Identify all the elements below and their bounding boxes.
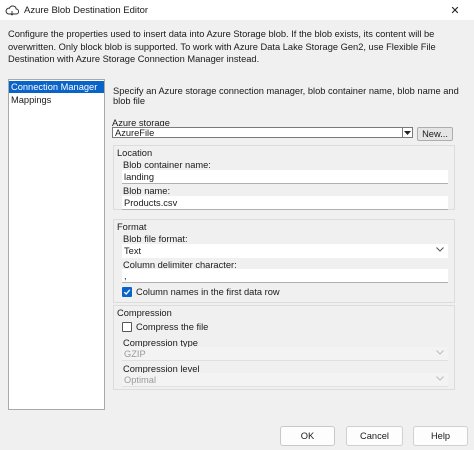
blob-file-format-label: Blob file format: [123,234,188,244]
editor-description: Configure the properties used to insert … [8,29,436,64]
compression-type-value: GZIP [124,349,146,359]
compression-type-dropdown[interactable]: GZIP [122,347,448,361]
column-names-checkbox[interactable] [122,287,132,297]
page-description: Specify an Azure storage connection mana… [113,86,459,106]
blob-file-format-dropdown[interactable]: Text [122,244,448,258]
cancel-button[interactable]: Cancel [346,426,403,446]
column-delimiter-value: , [124,271,127,281]
dropdown-arrow-icon[interactable] [402,128,412,137]
window-title: Azure Blob Destination Editor [24,4,149,16]
nav-item-connection-manager[interactable]: Connection Manager [9,81,104,93]
blob-container-label: Blob container name: [123,160,211,170]
azure-storage-value: AzureFile [115,128,155,138]
help-button[interactable]: Help [413,426,468,446]
compression-group: Compression Compress the file Compressio… [113,305,455,390]
azure-storage-combobox[interactable]: AzureFile [112,127,413,138]
location-group-title: Location [117,148,153,158]
blob-name-label: Blob name: [123,186,171,196]
new-connection-button[interactable]: New... [417,127,453,141]
format-group-title: Format [117,222,147,232]
close-button[interactable]: ✕ [436,0,474,20]
chevron-down-icon [436,350,444,355]
chevron-down-icon [436,247,444,252]
page-navigation-list: Connection Manager Mappings [8,79,105,410]
blob-file-format-value: Text [124,246,142,256]
blob-name-input[interactable]: Products.csv [122,196,448,210]
ok-button[interactable]: OK [280,426,335,446]
cloud-app-icon [4,2,20,18]
compress-file-checkbox[interactable] [122,322,132,332]
blob-name-value: Products.csv [124,198,178,208]
compression-level-dropdown[interactable]: Optimal [122,373,448,387]
title-bar: Azure Blob Destination Editor ✕ [0,0,474,20]
chevron-down-icon [436,376,444,381]
location-group: Location Blob container name: landing Bl… [113,145,455,210]
azure-storage-label: Azure storage [112,118,170,126]
compression-group-title: Compression [117,308,172,318]
column-delimiter-input[interactable]: , [122,269,448,283]
column-names-label[interactable]: Column names in the first data row [136,287,280,297]
blob-container-value: landing [124,172,154,182]
nav-item-mappings[interactable]: Mappings [9,94,104,106]
format-group: Format Blob file format: Text Column del… [113,219,455,303]
compress-file-label[interactable]: Compress the file [136,322,208,332]
compression-level-value: Optimal [124,375,157,385]
blob-container-input[interactable]: landing [122,170,448,184]
checkmark-icon [123,289,131,295]
close-icon: ✕ [450,4,460,17]
